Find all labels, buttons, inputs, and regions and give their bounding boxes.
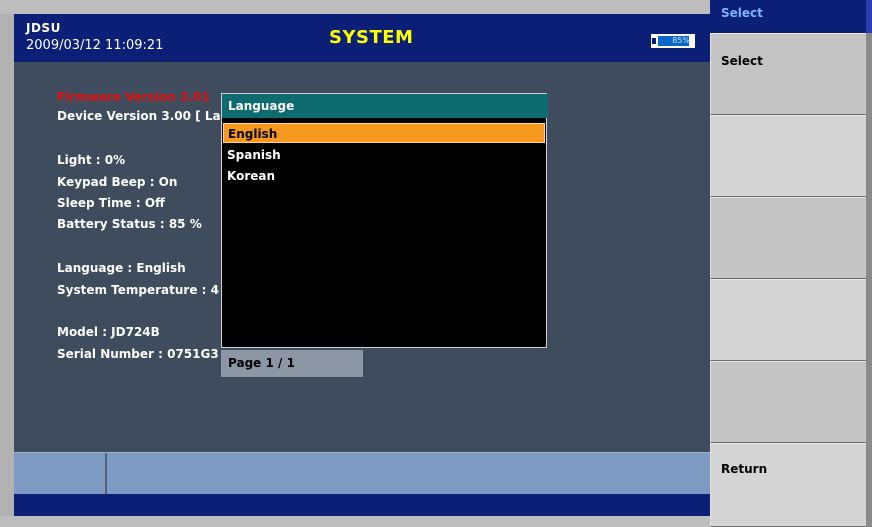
status-strip	[14, 494, 710, 516]
language-option-korean[interactable]: Korean	[223, 166, 545, 186]
language-option-english[interactable]: English	[223, 123, 545, 143]
instrument-screen: JDSU 2009/03/12 11:09:21 SYSTEM 85% Firm…	[0, 0, 710, 527]
keypad-beep-text: Keypad Beep : On	[57, 175, 178, 189]
softkey-2[interactable]	[710, 115, 866, 197]
battery-nub	[652, 38, 656, 44]
return-softkey[interactable]: Return	[710, 443, 866, 527]
light-text: Light : 0%	[57, 153, 126, 167]
language-dialog: Language English Spanish Korean	[221, 93, 548, 348]
softkey-panel: Select Select Return	[710, 0, 872, 527]
bottom-status-bar	[14, 452, 710, 495]
battery-status-text: Battery Status : 85 %	[57, 217, 202, 231]
header-bar: JDSU 2009/03/12 11:09:21 SYSTEM 85%	[14, 14, 710, 62]
language-text: Language : English	[57, 261, 186, 275]
datetime-label: 2009/03/12 11:09:21	[26, 38, 164, 53]
softkey-4[interactable]	[710, 279, 866, 361]
softkey-header-accent	[866, 0, 872, 33]
softkey-3[interactable]	[710, 197, 866, 279]
firmware-version-text: Firmware Version 3.01	[57, 90, 210, 104]
page-title: SYSTEM	[329, 27, 414, 48]
bottom-bar-divider	[105, 453, 107, 495]
select-softkey[interactable]: Select	[710, 33, 866, 115]
softkey-5[interactable]	[710, 361, 866, 443]
page-indicator: Page 1 / 1	[221, 350, 363, 377]
language-option-spanish[interactable]: Spanish	[223, 145, 545, 165]
serial-number-text: Serial Number : 0751G3	[57, 347, 219, 361]
softkey-panel-edge	[866, 33, 872, 527]
device-version-text: Device Version 3.00 [ La	[57, 109, 221, 123]
brand-label: JDSU	[26, 21, 61, 35]
battery-percent-label: 85%	[672, 36, 690, 45]
softkey-header: Select	[710, 0, 866, 33]
system-temperature-text: System Temperature : 4	[57, 283, 219, 297]
language-dialog-title: Language	[222, 94, 548, 118]
model-text: Model : JD724B	[57, 325, 160, 339]
screen-bezel-top	[0, 0, 710, 14]
battery-icon: 85%	[651, 34, 695, 48]
sleep-time-text: Sleep Time : Off	[57, 196, 165, 210]
screen-bezel-bottom	[0, 516, 710, 527]
